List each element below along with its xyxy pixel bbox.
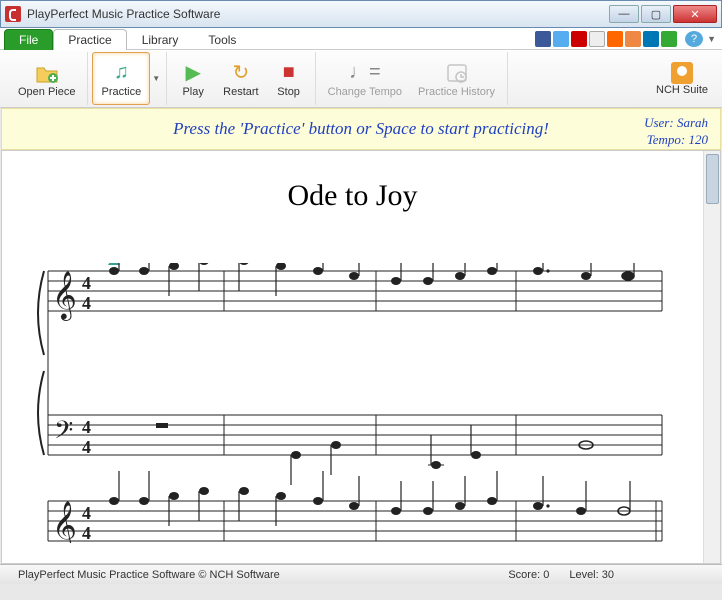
google-plus-icon[interactable]: [607, 31, 623, 47]
play-label: Play: [182, 86, 203, 98]
svg-text:4: 4: [82, 437, 91, 457]
app-icon: [5, 6, 21, 22]
window-titlebar: PlayPerfect Music Practice Software — ▢ …: [0, 0, 722, 28]
practice-history-button[interactable]: Practice History: [410, 52, 503, 105]
svg-text:𝄢: 𝄢: [54, 417, 73, 450]
restart-label: Restart: [223, 86, 258, 98]
tab-library[interactable]: Library: [127, 29, 194, 50]
practice-history-label: Practice History: [418, 86, 495, 98]
nch-suite-button[interactable]: NCH Suite: [648, 52, 716, 105]
window-title: PlayPerfect Music Practice Software: [27, 7, 609, 21]
music-notes-icon: ♫: [114, 60, 129, 86]
nch-suite-icon: [671, 62, 693, 84]
svg-text:𝄞: 𝄞: [52, 271, 77, 321]
tempo-label: Tempo:: [647, 132, 686, 147]
youtube-icon[interactable]: [571, 31, 587, 47]
banner-message: Press the 'Practice' button or Space to …: [14, 119, 708, 139]
help-button[interactable]: ?: [685, 31, 703, 47]
practice-label: Practice: [101, 86, 141, 98]
practice-button[interactable]: ♫ Practice: [92, 52, 150, 105]
stop-icon: ■: [283, 60, 295, 86]
history-icon: [446, 60, 468, 86]
music-staff: 𝄞 𝄢 4 4 4 4: [26, 263, 666, 543]
svg-text:4: 4: [82, 293, 91, 313]
status-level: Level: 30: [559, 569, 624, 581]
folder-plus-icon: [35, 60, 59, 86]
toolbar: Open Piece ♫ Practice ▼ ▶ Play ↻ Restart…: [0, 50, 722, 108]
score-label: Score:: [508, 569, 540, 581]
open-piece-button[interactable]: Open Piece: [10, 52, 83, 105]
change-tempo-button[interactable]: ♩= Change Tempo: [320, 52, 410, 105]
score-value: 0: [543, 569, 549, 581]
menu-bar: File Practice Library Tools ? ▼: [0, 28, 722, 50]
info-banner: Press the 'Practice' button or Space to …: [1, 108, 721, 150]
stop-label: Stop: [277, 86, 300, 98]
tab-practice[interactable]: Practice: [53, 29, 126, 50]
svg-text:4: 4: [82, 417, 91, 437]
plus-icon[interactable]: [661, 31, 677, 47]
play-icon: ▶: [185, 60, 200, 86]
window-minimize-button[interactable]: —: [609, 5, 639, 23]
linkedin-icon[interactable]: [643, 31, 659, 47]
piece-title: Ode to Joy: [26, 179, 679, 213]
level-label: Level:: [569, 569, 598, 581]
scrollbar-thumb[interactable]: [706, 154, 719, 204]
status-score: Score: 0: [498, 569, 559, 581]
svg-text:4: 4: [82, 273, 91, 293]
twitter-icon[interactable]: [553, 31, 569, 47]
play-button[interactable]: ▶ Play: [171, 52, 215, 105]
vertical-scrollbar[interactable]: [703, 151, 720, 563]
share-grid-icon[interactable]: [589, 31, 605, 47]
user-label: User:: [644, 115, 674, 130]
svg-text:4: 4: [82, 503, 91, 523]
sheet-music-viewport[interactable]: Ode to Joy 𝄞 �: [2, 151, 703, 563]
menu-file[interactable]: File: [4, 29, 53, 50]
status-app-text: PlayPerfect Music Practice Software © NC…: [8, 569, 498, 581]
stop-button[interactable]: ■ Stop: [267, 52, 311, 105]
svg-text:4: 4: [82, 523, 91, 543]
practice-dropdown-arrow[interactable]: ▼: [150, 74, 162, 83]
svg-text:𝄞: 𝄞: [52, 501, 77, 543]
open-piece-label: Open Piece: [18, 86, 75, 98]
tab-tools[interactable]: Tools: [193, 29, 251, 50]
change-tempo-label: Change Tempo: [328, 86, 402, 98]
stumbleupon-icon[interactable]: [625, 31, 641, 47]
banner-meta: User: Sarah Tempo: 120: [644, 115, 708, 149]
help-dropdown-arrow[interactable]: ▼: [707, 34, 716, 44]
tempo-icon: ♩=: [349, 60, 381, 86]
window-close-button[interactable]: ✕: [673, 5, 717, 23]
facebook-icon[interactable]: [535, 31, 551, 47]
sheet-music-area: Ode to Joy 𝄞 �: [1, 150, 721, 564]
restart-icon: ↻: [233, 60, 250, 86]
restart-button[interactable]: ↻ Restart: [215, 52, 266, 105]
nch-suite-label: NCH Suite: [656, 84, 708, 96]
window-maximize-button[interactable]: ▢: [641, 5, 671, 23]
user-name: Sarah: [677, 115, 708, 130]
level-value: 30: [602, 569, 614, 581]
status-bar: PlayPerfect Music Practice Software © NC…: [0, 564, 722, 584]
tempo-value: 120: [689, 132, 709, 147]
